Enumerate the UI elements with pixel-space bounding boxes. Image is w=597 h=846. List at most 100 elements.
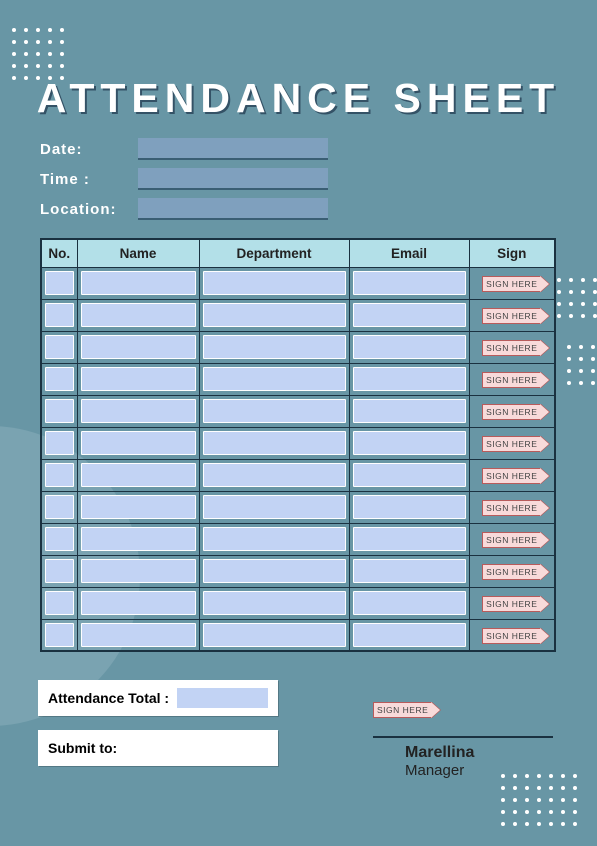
name-cell[interactable]	[81, 527, 196, 551]
header-name: Name	[77, 239, 199, 267]
name-cell[interactable]	[81, 431, 196, 455]
table-row: SIGN HERE	[41, 459, 555, 491]
sign-here-tag[interactable]: SIGN HERE	[482, 468, 541, 484]
header-sign: Sign	[469, 239, 555, 267]
name-cell[interactable]	[81, 623, 196, 647]
name-cell[interactable]	[81, 559, 196, 583]
sign-here-tag[interactable]: SIGN HERE	[482, 404, 541, 420]
no-cell[interactable]	[45, 463, 74, 487]
time-label: Time :	[40, 171, 138, 188]
meta-row-date: Date:	[40, 138, 328, 160]
department-cell[interactable]	[203, 399, 346, 423]
no-cell[interactable]	[45, 591, 74, 615]
sign-here-tag[interactable]: SIGN HERE	[482, 308, 541, 324]
no-cell[interactable]	[45, 303, 74, 327]
meta-block: Date: Time : Location:	[40, 138, 328, 228]
decorative-dots-top-left	[12, 28, 64, 80]
manager-sign-here[interactable]: SIGN HERE	[373, 700, 553, 718]
attendance-table-wrap: No. Name Department Email Sign SIGN HERE…	[40, 238, 556, 652]
no-cell[interactable]	[45, 623, 74, 647]
table-row: SIGN HERE	[41, 555, 555, 587]
email-cell[interactable]	[353, 463, 466, 487]
email-cell[interactable]	[353, 431, 466, 455]
date-field[interactable]	[138, 138, 328, 160]
department-cell[interactable]	[203, 303, 346, 327]
sign-here-tag[interactable]: SIGN HERE	[482, 596, 541, 612]
page-title: ATTENDANCE SHEET	[0, 75, 597, 122]
meta-row-time: Time :	[40, 168, 328, 190]
sign-here-tag[interactable]: SIGN HERE	[482, 372, 541, 388]
department-cell[interactable]	[203, 591, 346, 615]
sign-here-tag[interactable]: SIGN HERE	[482, 532, 541, 548]
name-cell[interactable]	[81, 271, 196, 295]
email-cell[interactable]	[353, 399, 466, 423]
header-department: Department	[199, 239, 349, 267]
email-cell[interactable]	[353, 495, 466, 519]
name-cell[interactable]	[81, 335, 196, 359]
department-cell[interactable]	[203, 367, 346, 391]
no-cell[interactable]	[45, 271, 74, 295]
no-cell[interactable]	[45, 527, 74, 551]
name-cell[interactable]	[81, 495, 196, 519]
department-cell[interactable]	[203, 335, 346, 359]
department-cell[interactable]	[203, 623, 346, 647]
submit-to-field[interactable]	[125, 738, 268, 758]
email-cell[interactable]	[353, 591, 466, 615]
sign-here-tag[interactable]: SIGN HERE	[482, 436, 541, 452]
department-cell[interactable]	[203, 463, 346, 487]
email-cell[interactable]	[353, 527, 466, 551]
email-cell[interactable]	[353, 559, 466, 583]
email-cell[interactable]	[353, 367, 466, 391]
department-cell[interactable]	[203, 271, 346, 295]
name-cell[interactable]	[81, 463, 196, 487]
no-cell[interactable]	[45, 559, 74, 583]
header-email: Email	[349, 239, 469, 267]
sign-here-tag[interactable]: SIGN HERE	[482, 628, 541, 644]
location-field[interactable]	[138, 198, 328, 220]
sign-here-tag: SIGN HERE	[373, 702, 432, 718]
location-label: Location:	[40, 201, 138, 218]
email-cell[interactable]	[353, 623, 466, 647]
table-row: SIGN HERE	[41, 299, 555, 331]
no-cell[interactable]	[45, 495, 74, 519]
table-row: SIGN HERE	[41, 523, 555, 555]
email-cell[interactable]	[353, 335, 466, 359]
email-cell[interactable]	[353, 271, 466, 295]
meta-row-location: Location:	[40, 198, 328, 220]
table-row: SIGN HERE	[41, 363, 555, 395]
table-row: SIGN HERE	[41, 331, 555, 363]
signature-name: Marellina	[373, 744, 553, 762]
name-cell[interactable]	[81, 591, 196, 615]
attendance-table: No. Name Department Email Sign SIGN HERE…	[40, 238, 556, 652]
name-cell[interactable]	[81, 367, 196, 391]
name-cell[interactable]	[81, 399, 196, 423]
header-no: No.	[41, 239, 77, 267]
signature-block: SIGN HERE Marellina Manager	[373, 700, 553, 779]
department-cell[interactable]	[203, 559, 346, 583]
no-cell[interactable]	[45, 367, 74, 391]
sign-here-tag[interactable]: SIGN HERE	[482, 564, 541, 580]
name-cell[interactable]	[81, 303, 196, 327]
attendance-total-field[interactable]	[177, 688, 268, 708]
sign-here-tag[interactable]: SIGN HERE	[482, 500, 541, 516]
no-cell[interactable]	[45, 399, 74, 423]
table-row: SIGN HERE	[41, 491, 555, 523]
sign-here-tag[interactable]: SIGN HERE	[482, 276, 541, 292]
decorative-dots-right-2	[567, 345, 597, 385]
no-cell[interactable]	[45, 335, 74, 359]
table-row: SIGN HERE	[41, 587, 555, 619]
decorative-dots-bottom-right	[501, 774, 577, 826]
sign-here-tag[interactable]: SIGN HERE	[482, 340, 541, 356]
department-cell[interactable]	[203, 431, 346, 455]
department-cell[interactable]	[203, 527, 346, 551]
table-row: SIGN HERE	[41, 395, 555, 427]
department-cell[interactable]	[203, 495, 346, 519]
bottom-left-block: Attendance Total : Submit to:	[38, 680, 278, 780]
submit-to-label: Submit to:	[48, 740, 117, 756]
time-field[interactable]	[138, 168, 328, 190]
table-row: SIGN HERE	[41, 619, 555, 651]
email-cell[interactable]	[353, 303, 466, 327]
table-row: SIGN HERE	[41, 427, 555, 459]
no-cell[interactable]	[45, 431, 74, 455]
submit-to-box: Submit to:	[38, 730, 278, 766]
